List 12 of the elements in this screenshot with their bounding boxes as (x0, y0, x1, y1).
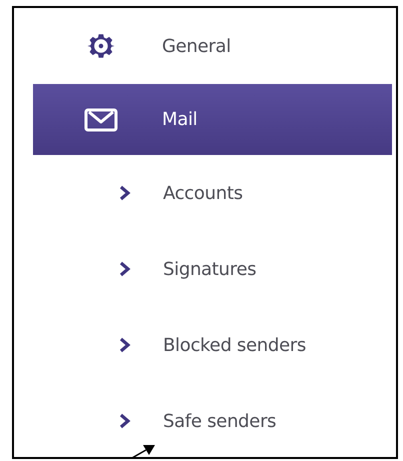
menu-item[interactable]: Safe senders (33, 383, 392, 457)
menu-item[interactable]: Signatures (33, 231, 392, 307)
chevron-icon (118, 337, 132, 353)
menu-item[interactable]: Accounts (33, 155, 392, 231)
menu-item[interactable]: General (33, 8, 392, 84)
menu-item[interactable]: Mail (33, 84, 392, 155)
chevron-icon (118, 185, 132, 201)
menu-item[interactable]: Blocked senders (33, 307, 392, 383)
envelope-icon (84, 106, 118, 132)
chevron-icon (118, 413, 132, 429)
chevron-icon (118, 261, 132, 277)
gear-icon (87, 32, 115, 60)
